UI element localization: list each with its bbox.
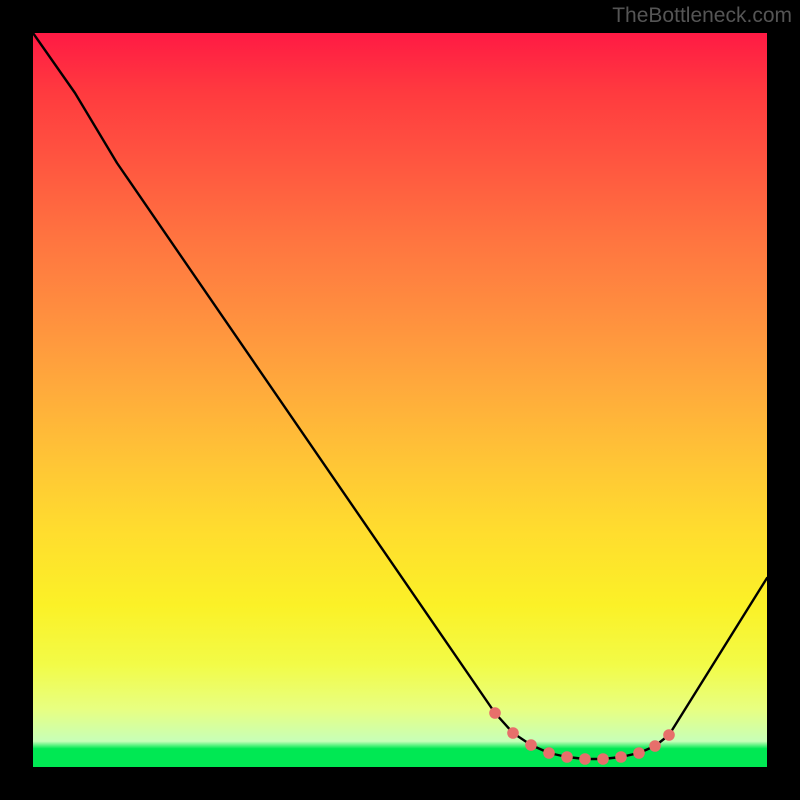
marker-dot <box>489 707 501 719</box>
marker-dot <box>633 747 645 759</box>
marker-dot <box>649 740 661 752</box>
marker-dot <box>561 751 573 763</box>
marker-dot <box>663 729 675 741</box>
watermark-text: TheBottleneck.com <box>612 4 792 28</box>
marker-dot <box>597 753 609 765</box>
marker-dot <box>543 747 555 759</box>
marker-dots-svg <box>33 33 767 767</box>
marker-dot <box>615 751 627 763</box>
marker-dot <box>579 753 591 765</box>
marker-dot <box>507 727 519 739</box>
plot-area <box>33 33 767 767</box>
marker-dot <box>525 739 537 751</box>
